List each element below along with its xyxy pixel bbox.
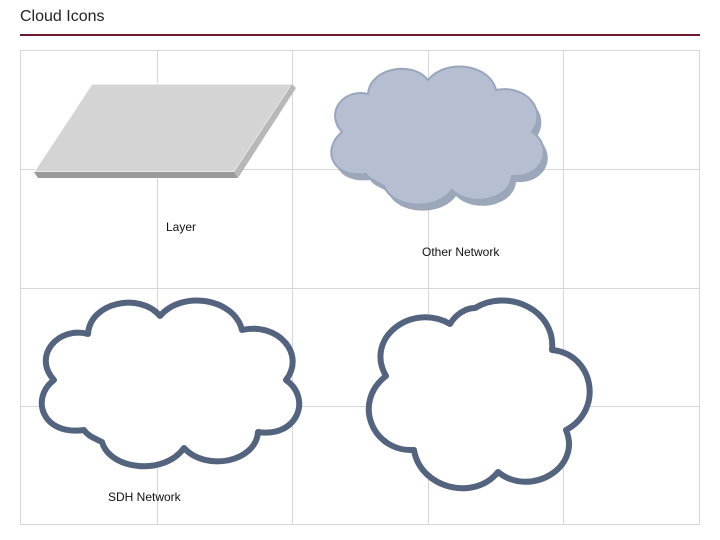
cloud-6lobe-outline-icon bbox=[350, 292, 600, 492]
sdh-network-label: SDH Network bbox=[108, 490, 181, 504]
title-rule bbox=[20, 34, 700, 36]
cloud-outline-icon bbox=[30, 290, 310, 480]
parallelogram-icon bbox=[28, 78, 298, 188]
slide: Cloud Icons Layer Other Network bbox=[0, 0, 720, 540]
layer-label: Layer bbox=[166, 220, 196, 234]
slide-title: Cloud Icons bbox=[20, 8, 105, 26]
other-network-label: Other Network bbox=[422, 245, 499, 259]
layer-icon bbox=[28, 78, 298, 188]
sdh-network-icon bbox=[30, 290, 310, 480]
cloud-filled-icon bbox=[320, 54, 560, 224]
other-network-icon bbox=[320, 54, 560, 224]
cloud-6lobe-icon bbox=[350, 292, 600, 492]
